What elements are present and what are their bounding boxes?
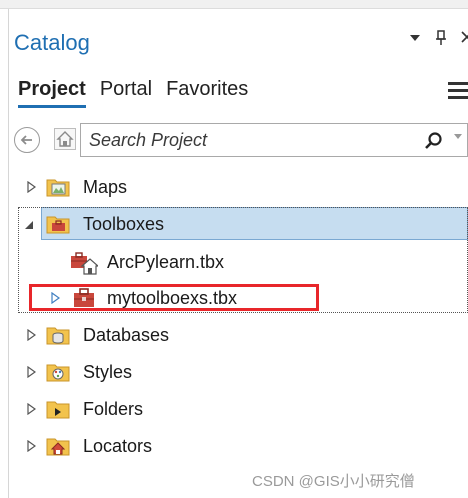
toolbox-folder-icon (46, 216, 70, 234)
tree-item-locators[interactable]: Locators (0, 429, 468, 463)
database-folder-icon (46, 327, 70, 345)
locator-folder-icon (46, 438, 70, 456)
tree-label-folders: Folders (83, 399, 144, 419)
tree-item-arcpylearn[interactable]: ArcPylearn.tbx (0, 245, 468, 279)
tree-label-databases: Databases (83, 325, 170, 345)
styles-folder-icon (46, 364, 70, 382)
tree-item-databases[interactable]: Databases (0, 318, 468, 352)
expand-arrow-icon[interactable] (27, 366, 36, 378)
tab-favorites[interactable]: Favorites (166, 78, 248, 108)
search-options-caret-icon[interactable] (453, 132, 463, 143)
expand-arrow-icon[interactable] (27, 329, 36, 341)
folder-icon (46, 401, 70, 419)
home-icon[interactable] (54, 128, 76, 150)
toolbox-home-icon (71, 252, 98, 275)
top-strip (0, 0, 468, 9)
tree-label-arcpylearn: ArcPylearn.tbx (107, 252, 225, 272)
tree-label-locators: Locators (83, 436, 153, 456)
close-icon[interactable] (460, 30, 468, 49)
tree-label-styles: Styles (83, 362, 133, 382)
search-box (80, 123, 468, 157)
pane-title: Catalog (14, 30, 90, 55)
expand-arrow-icon[interactable] (27, 181, 36, 193)
tree-item-styles[interactable]: Styles (0, 355, 468, 389)
back-arrow-icon[interactable] (14, 127, 40, 153)
search-icon[interactable] (423, 130, 445, 152)
search-input[interactable] (89, 128, 409, 152)
options-arrow-icon[interactable] (408, 30, 422, 49)
tree-item-folders[interactable]: Folders (0, 392, 468, 426)
expand-arrow-icon[interactable] (27, 403, 36, 415)
hamburger-menu-icon[interactable] (448, 82, 468, 103)
pin-icon[interactable] (434, 30, 448, 49)
map-folder-icon (46, 179, 70, 197)
pane-tabs: Project Portal Favorites (18, 78, 248, 108)
watermark: CSDN @GIS小小研究僧 (252, 473, 415, 490)
tree-item-maps[interactable]: Maps (0, 170, 468, 204)
tab-portal[interactable]: Portal (100, 78, 152, 108)
tree-label-toolboxes: Toolboxes (83, 214, 165, 234)
window-controls (408, 30, 468, 49)
expand-arrow-icon[interactable] (27, 440, 36, 452)
tree-label-maps: Maps (83, 177, 128, 197)
collapse-arrow-icon[interactable] (24, 220, 34, 230)
annotation-highlight-box (29, 284, 319, 311)
search-row (14, 123, 468, 157)
tab-project[interactable]: Project (18, 78, 86, 108)
tree-item-toolboxes[interactable]: Toolboxes (0, 207, 468, 241)
